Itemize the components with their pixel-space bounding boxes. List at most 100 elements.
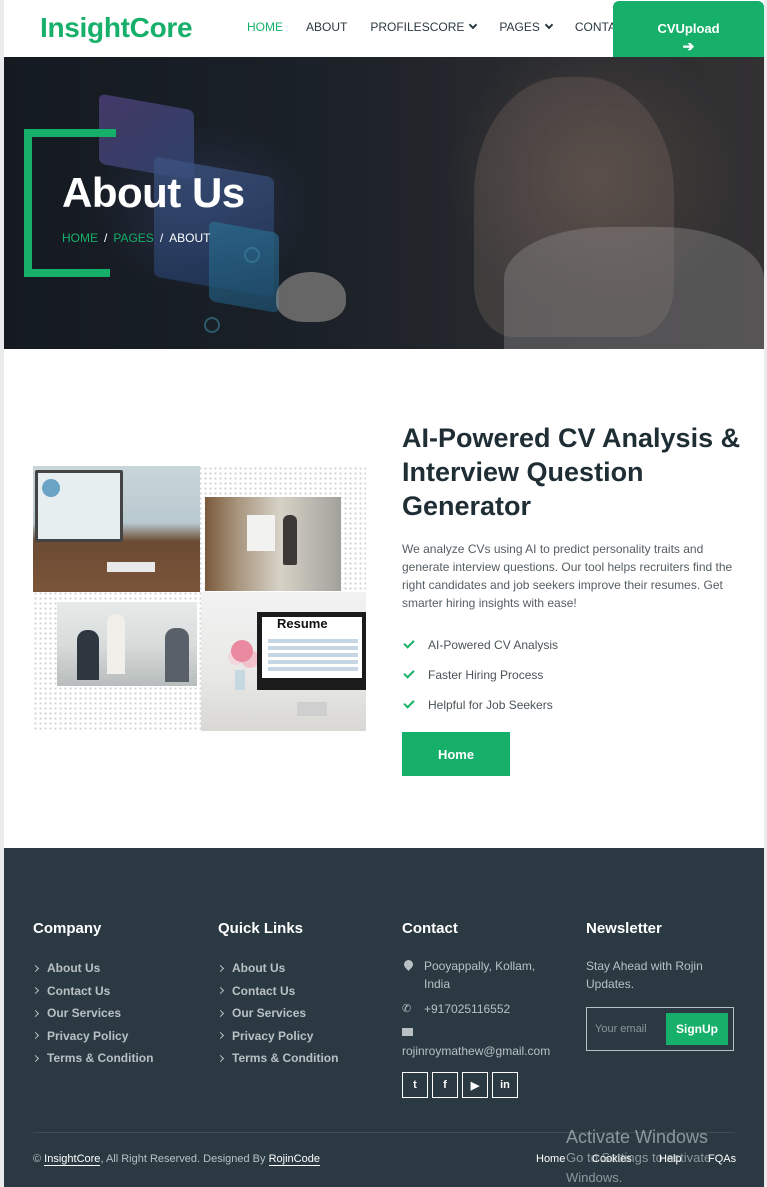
hero-person-illustration bbox=[474, 77, 674, 337]
office-desk-photo bbox=[33, 466, 200, 592]
breadcrumb-separator: / bbox=[104, 231, 108, 245]
nav-label: ABOUT bbox=[306, 20, 348, 34]
newsletter-text: Stay Ahead with Rojin Updates. bbox=[586, 959, 703, 991]
footer-link-privacy-policy[interactable]: Privacy Policy bbox=[216, 1025, 338, 1048]
nav-item-profilescore[interactable]: PROFILESCORE bbox=[370, 20, 478, 34]
check-icon bbox=[403, 667, 415, 679]
footer-link-privacy-policy[interactable]: Privacy Policy bbox=[31, 1025, 153, 1048]
footer-link-terms[interactable]: Terms & Condition bbox=[31, 1047, 153, 1070]
hologram-screen bbox=[99, 93, 194, 181]
watermark-subtitle: Go to Settings to activate Windows. bbox=[566, 1150, 712, 1185]
map-pin-icon bbox=[402, 957, 420, 975]
chevron-right-icon bbox=[216, 1032, 225, 1040]
contact-email[interactable]: rojinroymathew@gmail.com bbox=[402, 1042, 562, 1060]
presentation-photo bbox=[205, 497, 341, 591]
check-icon bbox=[403, 637, 415, 649]
keyboard-illustration bbox=[107, 562, 155, 572]
person-figure bbox=[165, 628, 189, 682]
feature-list: AI-Powered CV Analysis Faster Hiring Pro… bbox=[402, 630, 558, 720]
newsletter-form: SignUp bbox=[586, 1007, 734, 1051]
feature-item: Helpful for Job Seekers bbox=[402, 690, 558, 720]
hologram-dot bbox=[244, 247, 260, 263]
footer-link-our-services[interactable]: Our Services bbox=[31, 1002, 153, 1025]
twitter-icon[interactable]: t bbox=[402, 1072, 428, 1098]
home-button[interactable]: Home bbox=[402, 732, 510, 776]
footer-link-our-services[interactable]: Our Services bbox=[216, 1002, 338, 1025]
presenter-figure bbox=[283, 515, 297, 565]
nav-item-home[interactable]: HOME bbox=[247, 20, 283, 34]
computer-stand bbox=[297, 702, 327, 716]
whiteboard-illustration bbox=[247, 515, 275, 551]
windows-activation-watermark: Activate Windows Go to Settings to activ… bbox=[566, 1126, 741, 1187]
breadcrumb-separator: / bbox=[159, 231, 164, 245]
chevron-right-icon bbox=[31, 1054, 40, 1062]
footer-link-label: Contact Us bbox=[232, 983, 296, 998]
footer-link-label: About Us bbox=[232, 961, 286, 976]
signup-button[interactable]: SignUp bbox=[666, 1013, 728, 1045]
chevron-right-icon bbox=[216, 987, 225, 995]
about-image-collage: Resume bbox=[33, 466, 366, 731]
vase-illustration bbox=[235, 670, 245, 690]
youtube-icon[interactable]: ▶ bbox=[462, 1072, 488, 1098]
page-title: About Us bbox=[62, 169, 245, 216]
about-description: We analyze CVs using AI to predict perso… bbox=[402, 542, 733, 610]
designer-link[interactable]: RojinCode bbox=[268, 1153, 320, 1166]
chevron-right-icon bbox=[31, 987, 40, 995]
footer-quick-links: Quick Links About Us Contact Us Our Serv… bbox=[216, 920, 339, 1070]
copyright-brand-link[interactable]: InsightCore bbox=[44, 1153, 101, 1166]
footer-link-label: Terms & Condition bbox=[232, 1051, 339, 1066]
feature-item: Faster Hiring Process bbox=[402, 660, 558, 690]
navbar: InsightCore HOME ABOUT PROFILESCORE PAGE… bbox=[4, 0, 764, 57]
hologram-screen bbox=[209, 220, 279, 314]
chevron-right-icon bbox=[216, 1054, 225, 1062]
linkedin-icon[interactable]: in bbox=[492, 1072, 518, 1098]
footer-heading: Contact bbox=[402, 920, 458, 937]
footer-link-label: Our Services bbox=[47, 1006, 122, 1021]
breadcrumb-current: ABOUT bbox=[169, 231, 211, 245]
footer-heading: Quick Links bbox=[218, 920, 304, 937]
check-icon bbox=[403, 697, 415, 709]
footer-link-label: Privacy Policy bbox=[47, 1028, 129, 1043]
page: InsightCore HOME ABOUT PROFILESCORE PAGE… bbox=[4, 0, 764, 1187]
contact-phone: ✆ +917025116552 bbox=[402, 1000, 562, 1018]
bottom-link-home[interactable]: Home bbox=[536, 1153, 565, 1165]
copyright-text: , All Right Reserved. Designed By bbox=[100, 1153, 266, 1165]
teapot-illustration bbox=[276, 272, 346, 322]
facebook-icon[interactable]: f bbox=[432, 1072, 458, 1098]
copyright-symbol: © bbox=[33, 1153, 42, 1165]
main-menu: HOME ABOUT PROFILESCORE PAGES CONTACT bbox=[247, 20, 655, 34]
hero-person-shirt bbox=[504, 227, 764, 349]
team-meeting-photo bbox=[57, 602, 197, 686]
cv-upload-button[interactable]: CVUpload ➔ bbox=[613, 1, 764, 57]
chevron-down-icon bbox=[469, 20, 478, 30]
footer-link-label: Our Services bbox=[232, 1006, 307, 1021]
breadcrumb-home[interactable]: HOME bbox=[62, 231, 98, 245]
footer-link-contact-us[interactable]: Contact Us bbox=[31, 980, 153, 1003]
copyright: © InsightCore, All Right Reserved. Desig… bbox=[33, 1153, 320, 1166]
hologram-dot bbox=[204, 317, 220, 333]
footer-heading: Company bbox=[33, 920, 102, 937]
flower-illustration bbox=[231, 640, 253, 662]
feature-item: AI-Powered CV Analysis bbox=[402, 630, 558, 660]
envelope-icon bbox=[402, 1024, 420, 1042]
resume-label: Resume bbox=[277, 616, 328, 631]
footer-link-terms[interactable]: Terms & Condition bbox=[216, 1047, 339, 1070]
footer-link-about-us[interactable]: About Us bbox=[216, 957, 338, 980]
monitor-illustration bbox=[35, 470, 123, 542]
resume-computer-photo: Resume bbox=[201, 592, 366, 731]
brand-logo[interactable]: InsightCore bbox=[40, 12, 193, 44]
about-heading: AI-Powered CV Analysis & Interview Quest… bbox=[402, 423, 741, 521]
footer: Company About Us Contact Us Our Services… bbox=[4, 848, 764, 1187]
footer-link-label: Contact Us bbox=[47, 983, 111, 998]
footer-link-label: About Us bbox=[47, 961, 101, 976]
footer-link-contact-us[interactable]: Contact Us bbox=[216, 980, 338, 1003]
footer-link-about-us[interactable]: About Us bbox=[31, 957, 153, 980]
arrow-right-icon: ➔ bbox=[682, 38, 695, 54]
nav-label: PROFILESCORE bbox=[370, 20, 465, 34]
newsletter-email-input[interactable] bbox=[595, 1019, 667, 1039]
nav-item-about[interactable]: ABOUT bbox=[306, 20, 347, 34]
feature-label: Helpful for Job Seekers bbox=[428, 698, 553, 712]
breadcrumb-pages[interactable]: PAGES bbox=[113, 231, 153, 245]
chevron-right-icon bbox=[31, 1032, 40, 1040]
nav-item-pages[interactable]: PAGES bbox=[499, 20, 554, 34]
